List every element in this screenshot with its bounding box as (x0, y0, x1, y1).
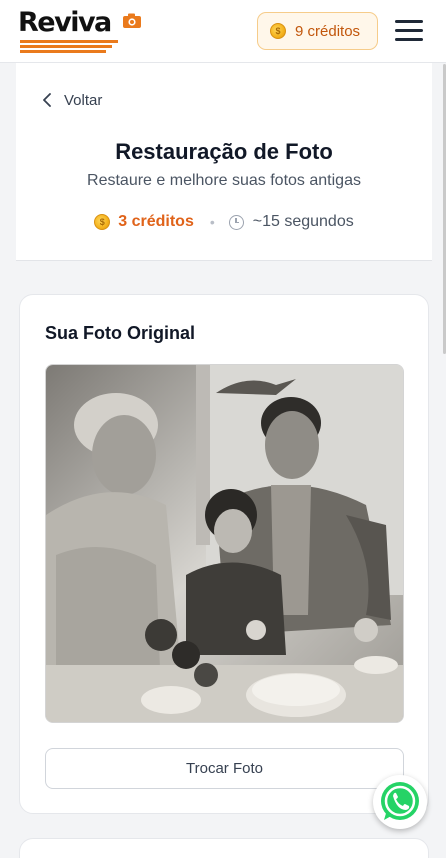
page-subtitle: Restaure e melhore suas fotos antigas (87, 172, 361, 189)
whatsapp-chat-button[interactable] (373, 775, 427, 829)
whatsapp-icon (381, 782, 419, 820)
camera-icon (123, 13, 141, 28)
next-section-card (19, 838, 429, 858)
reviva-logo[interactable]: Reviva (18, 7, 144, 55)
credits-balance-button[interactable]: $ 9 créditos (257, 12, 378, 50)
logo-stripe (20, 50, 106, 53)
logo-stripe (20, 45, 112, 48)
cost-label: 3 créditos (118, 213, 194, 230)
swap-photo-button[interactable]: Trocar Foto (45, 748, 404, 789)
chevron-left-icon (43, 93, 51, 107)
original-photo-card: Sua Foto Original Trocar Foto (19, 294, 429, 814)
photo-image (46, 365, 403, 722)
clock-icon (228, 214, 244, 230)
back-label: Voltar (64, 91, 103, 109)
logo-stripe (20, 40, 118, 43)
top-bar: Reviva $ 9 créditos (0, 0, 446, 63)
logo-wordmark: Reviva (18, 7, 112, 38)
coin-icon: $ (270, 23, 286, 39)
coin-icon: $ (94, 214, 111, 230)
back-button[interactable]: Voltar (42, 89, 102, 111)
duration-label: ~15 segundos (252, 213, 354, 230)
tool-header-card: Voltar Restauração de Foto Restaure e me… (16, 63, 432, 261)
page-title: Restauração de Foto (115, 139, 333, 164)
credits-balance-label: 9 créditos (295, 22, 361, 40)
hamburger-menu-icon[interactable] (395, 20, 423, 42)
separator-dot: • (209, 214, 215, 230)
section-title: Sua Foto Original (45, 323, 196, 343)
original-photo[interactable] (45, 364, 404, 723)
tool-meta: $ 3 créditos • ~15 segundos (16, 213, 432, 231)
